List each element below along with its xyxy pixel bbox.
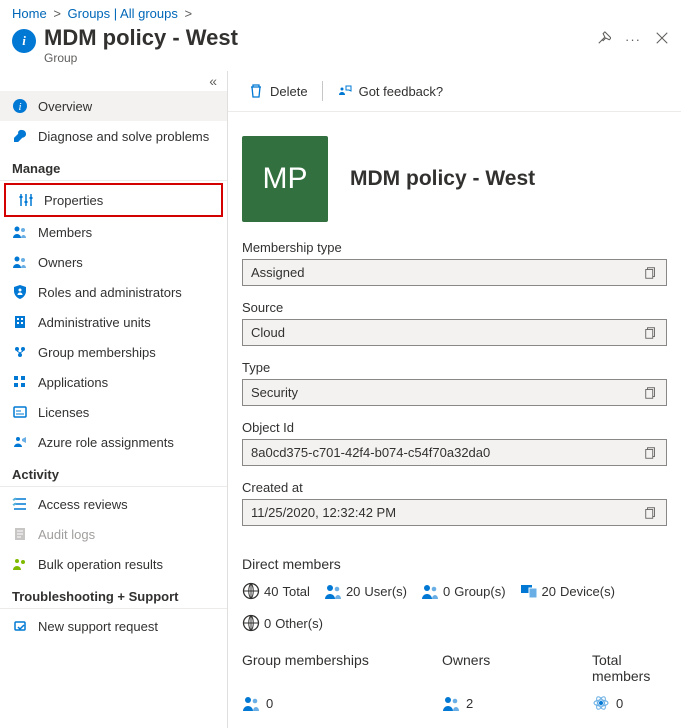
stat-others[interactable]: 0 Other(s): [242, 614, 323, 632]
trash-icon: [248, 83, 264, 99]
copy-icon[interactable]: [644, 386, 658, 400]
people-icon: [12, 224, 28, 240]
sidebar-item-roles[interactable]: Roles and administrators: [0, 277, 227, 307]
info-icon: i: [12, 29, 36, 53]
summary-value-total[interactable]: 0: [592, 694, 667, 712]
person-icon: [12, 434, 28, 450]
breadcrumb-home[interactable]: Home: [12, 6, 47, 21]
summary-value-owners[interactable]: 2: [442, 694, 592, 712]
collapse-sidebar-icon[interactable]: «: [0, 71, 227, 91]
people-icon: [242, 694, 260, 712]
sidebar-item-admin-units[interactable]: Administrative units: [0, 307, 227, 337]
summary-label-memberships: Group memberships: [242, 652, 442, 684]
person-icon: [442, 694, 460, 712]
direct-members-title: Direct members: [228, 540, 681, 578]
summary-label-total: Total members: [592, 652, 667, 684]
sidebar-item-audit-logs: Audit logs: [0, 519, 227, 549]
sidebar-item-azure-roles[interactable]: Azure role assignments: [0, 427, 227, 457]
copy-icon[interactable]: [644, 446, 658, 460]
globe-icon: [242, 582, 260, 600]
sidebar-item-properties[interactable]: Properties: [6, 185, 221, 215]
checklist-icon: [12, 496, 28, 512]
copy-icon[interactable]: [644, 266, 658, 280]
more-icon[interactable]: ···: [625, 32, 641, 47]
feedback-button[interactable]: Got feedback?: [331, 79, 450, 103]
globe-icon: [242, 614, 260, 632]
support-icon: [12, 618, 28, 634]
atom-icon: [592, 694, 610, 712]
page-title: MDM policy - West: [44, 25, 238, 51]
membership-type-value: Assigned: [242, 259, 667, 286]
stat-total[interactable]: 40 Total: [242, 582, 310, 600]
source-value: Cloud: [242, 319, 667, 346]
wrench-icon: [12, 128, 28, 144]
sidebar: « Overview Diagnose and solve problems M…: [0, 71, 228, 728]
group-avatar: MP: [242, 136, 328, 222]
stat-users[interactable]: 20 User(s): [324, 582, 407, 600]
sidebar-item-support-request[interactable]: New support request: [0, 611, 227, 641]
license-icon: [12, 404, 28, 420]
properties-icon: [18, 192, 34, 208]
close-icon[interactable]: [655, 31, 669, 48]
info-icon: [12, 98, 28, 114]
created-at-value: 11/25/2020, 12:32:42 PM: [242, 499, 667, 526]
stat-devices[interactable]: 20 Device(s): [520, 582, 615, 600]
summary-label-owners: Owners: [442, 652, 592, 684]
page-subtitle: Group: [44, 51, 238, 65]
log-icon: [12, 526, 28, 542]
delete-button[interactable]: Delete: [242, 79, 314, 103]
sidebar-item-licenses[interactable]: Licenses: [0, 397, 227, 427]
apps-icon: [12, 374, 28, 390]
object-id-label: Object Id: [242, 420, 667, 435]
sidebar-item-members[interactable]: Members: [0, 217, 227, 247]
device-icon: [520, 582, 538, 600]
sidebar-item-diagnose[interactable]: Diagnose and solve problems: [0, 121, 227, 151]
sidebar-item-bulk-results[interactable]: Bulk operation results: [0, 549, 227, 579]
sidebar-item-applications[interactable]: Applications: [0, 367, 227, 397]
sidebar-item-access-reviews[interactable]: Access reviews: [0, 489, 227, 519]
people-icon: [421, 582, 439, 600]
object-id-value: 8a0cd375-c701-42f4-b074-c54f70a32da0: [242, 439, 667, 466]
group-title: MDM policy - West: [350, 167, 535, 191]
building-icon: [12, 314, 28, 330]
sidebar-section-manage: Manage: [0, 151, 227, 181]
stat-groups[interactable]: 0 Group(s): [421, 582, 506, 600]
created-at-label: Created at: [242, 480, 667, 495]
breadcrumb-groups[interactable]: Groups | All groups: [68, 6, 178, 21]
breadcrumb: Home > Groups | All groups >: [0, 0, 681, 21]
sidebar-item-group-memberships[interactable]: Group memberships: [0, 337, 227, 367]
type-label: Type: [242, 360, 667, 375]
shield-icon: [12, 284, 28, 300]
groups-icon: [12, 344, 28, 360]
pin-icon[interactable]: [597, 31, 611, 48]
feedback-icon: [337, 83, 353, 99]
summary-value-memberships[interactable]: 0: [242, 694, 442, 712]
sidebar-section-troubleshoot: Troubleshooting + Support: [0, 579, 227, 609]
membership-type-label: Membership type: [242, 240, 667, 255]
user-icon: [324, 582, 342, 600]
people-icon: [12, 254, 28, 270]
people-icon: [12, 556, 28, 572]
sidebar-item-owners[interactable]: Owners: [0, 247, 227, 277]
copy-icon[interactable]: [644, 506, 658, 520]
source-label: Source: [242, 300, 667, 315]
type-value: Security: [242, 379, 667, 406]
sidebar-section-activity: Activity: [0, 457, 227, 487]
direct-members-stats: 40 Total 20 User(s) 0 Group(s) 20 Device…: [228, 578, 681, 636]
copy-icon[interactable]: [644, 326, 658, 340]
sidebar-item-overview[interactable]: Overview: [0, 91, 227, 121]
